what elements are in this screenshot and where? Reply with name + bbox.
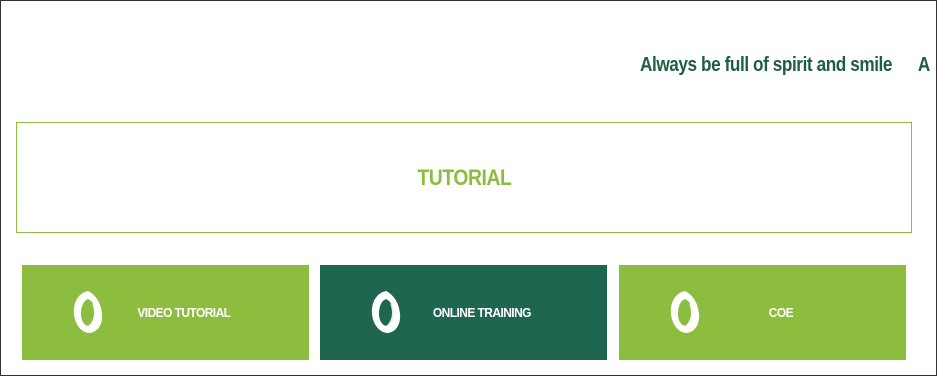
card-label: VIDEO TUTORIAL — [137, 305, 231, 320]
ticker-marquee: Always be full of spirit and smile A — [640, 54, 930, 77]
card-label: COE — [768, 305, 794, 320]
ticker-text-repeat: A — [917, 54, 930, 76]
ticker-text: Always be full of spirit and smile — [640, 54, 893, 76]
page-frame: Always be full of spirit and smile A TUTO… — [0, 0, 937, 376]
video-tutorial-card[interactable]: VIDEO TUTORIAL — [22, 265, 309, 360]
online-training-card[interactable]: ONLINE TRAINING — [320, 265, 607, 360]
section-title: TUTORIAL — [417, 164, 511, 190]
coe-card[interactable]: COE — [619, 265, 906, 360]
tutorial-header-box: TUTORIAL — [16, 122, 912, 233]
card-label: ONLINE TRAINING — [432, 305, 532, 320]
